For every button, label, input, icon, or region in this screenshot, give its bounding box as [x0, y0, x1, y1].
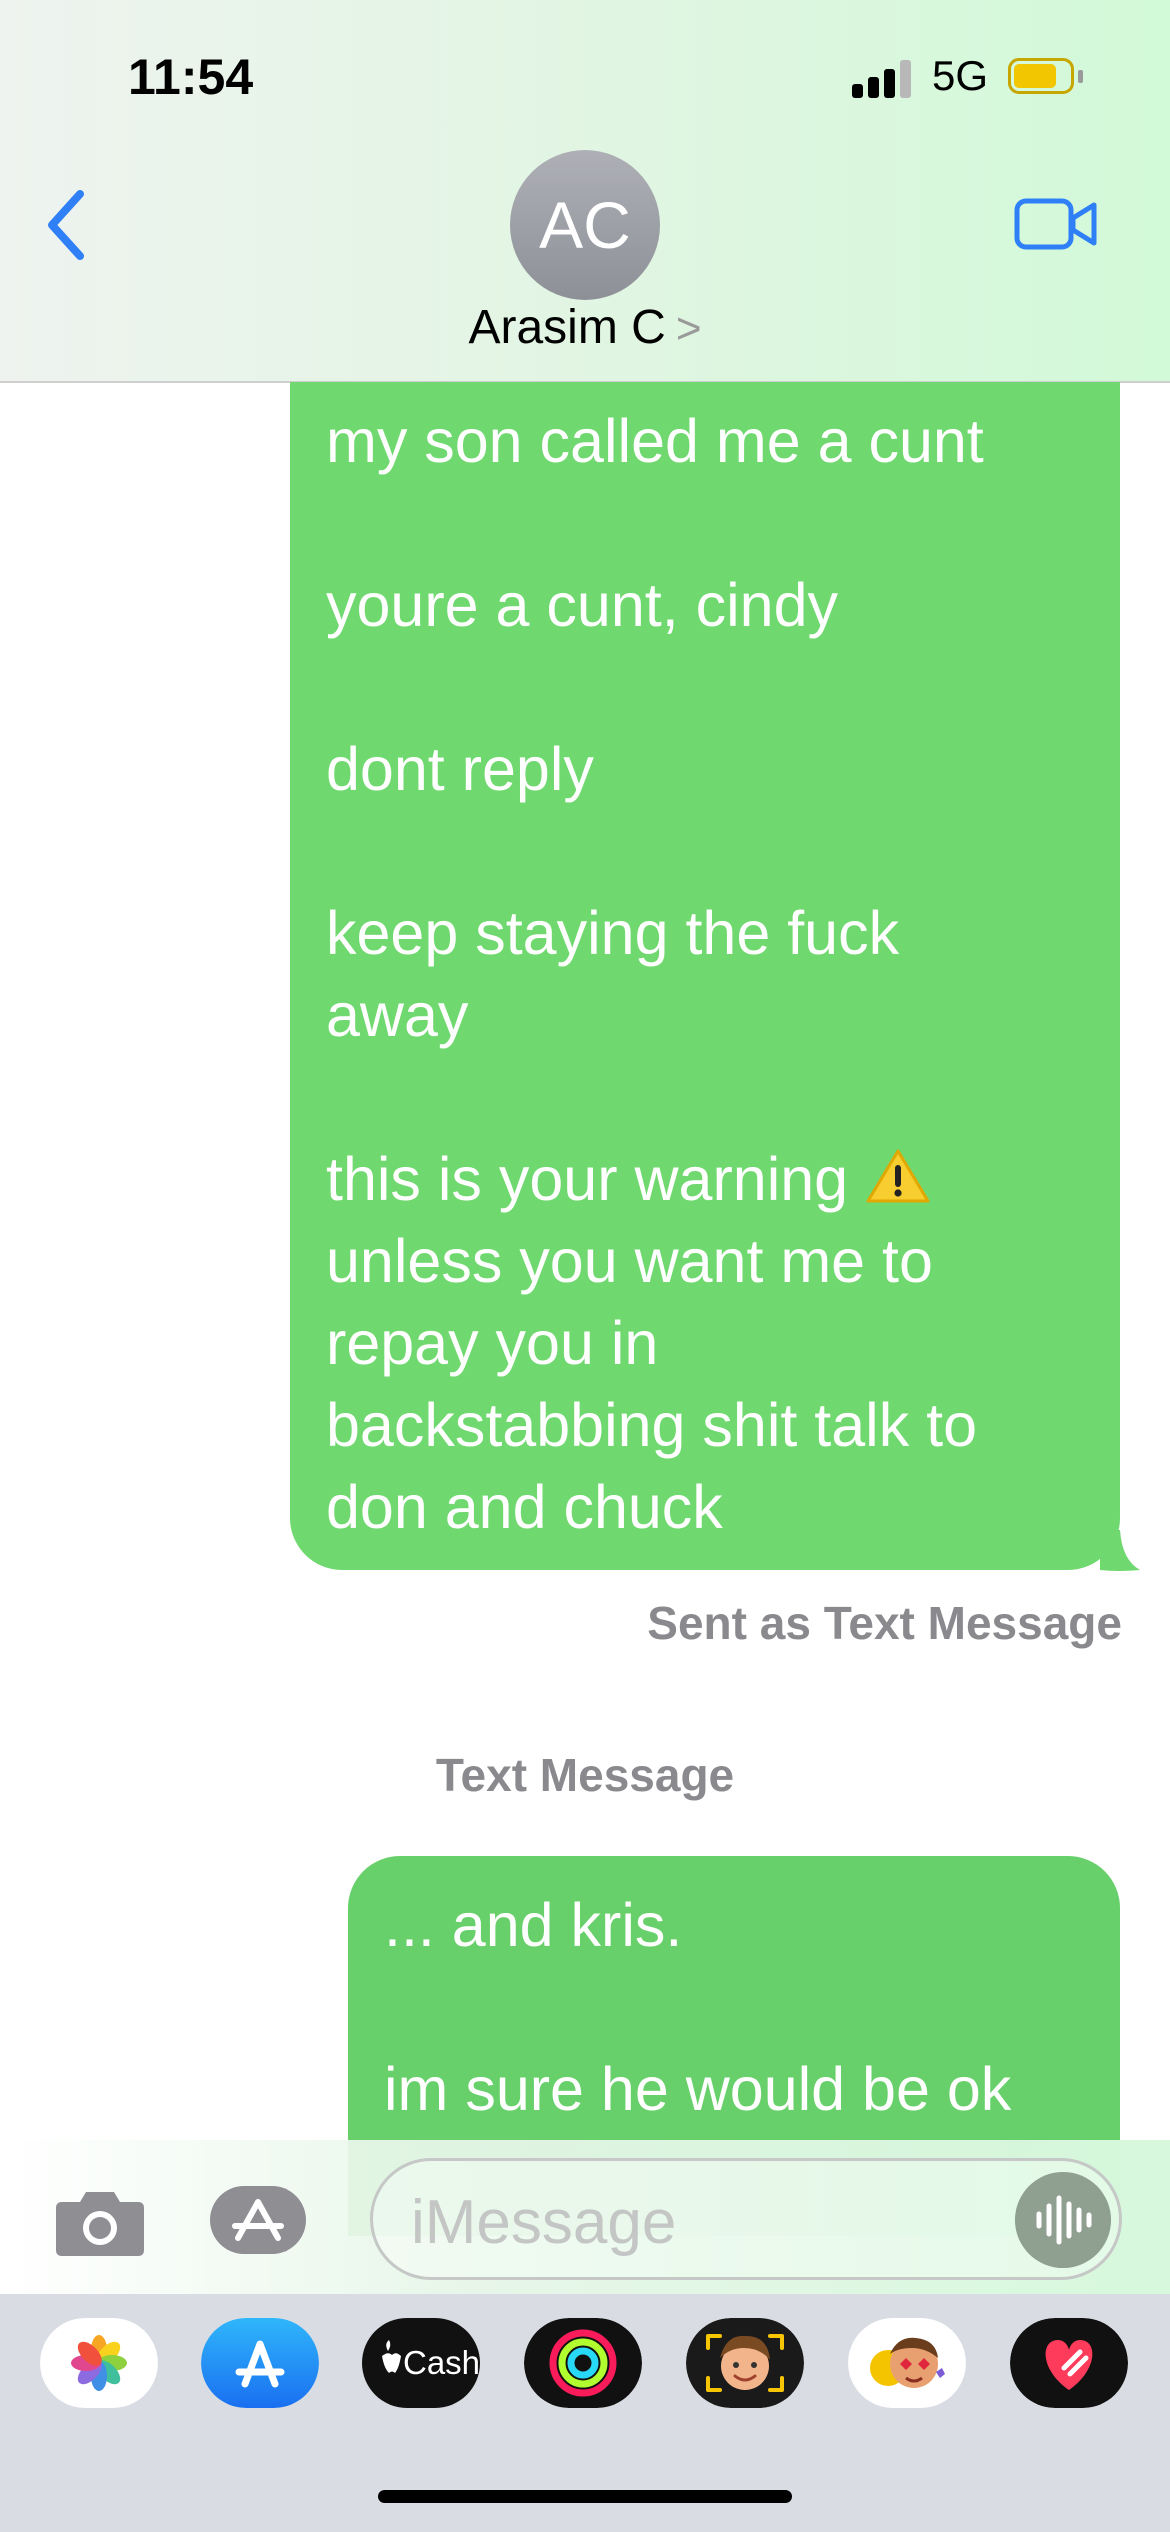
message-line: unless you want me to — [326, 1227, 933, 1295]
message-line: don and chuck — [326, 1473, 723, 1541]
app-store-apps-icon[interactable] — [208, 2182, 320, 2258]
section-label: Text Message — [435, 1749, 735, 1801]
message-line: keep staying the fuck — [326, 899, 900, 967]
animoji-stickers-icon[interactable] — [848, 2318, 966, 2408]
contact-avatar[interactable]: AC — [510, 150, 660, 300]
message-line: im sure he would be ok — [384, 2055, 1012, 2123]
chevron-right-icon: > — [675, 304, 702, 353]
fitness-activity-icon[interactable] — [524, 2318, 642, 2408]
back-chevron-icon[interactable] — [44, 188, 94, 262]
app-store-icon[interactable] — [201, 2318, 319, 2408]
camera-icon[interactable] — [54, 2186, 146, 2258]
digital-touch-icon[interactable] — [1010, 2318, 1128, 2408]
message-input[interactable]: iMessage — [370, 2158, 1122, 2280]
message-line: dont reply — [326, 735, 594, 803]
contact-name: Arasim C — [468, 301, 666, 354]
voice-waveform-icon[interactable] — [1015, 2172, 1111, 2268]
contact-name-row[interactable]: Arasim C > — [0, 300, 1170, 355]
apple-cash-icon[interactable]: Cash — [362, 2318, 480, 2408]
message-input-placeholder: iMessage — [411, 2188, 677, 2257]
message-line — [326, 482, 1084, 564]
cellular-signal-icon — [852, 60, 914, 98]
message-line: this is your warning — [326, 1138, 1084, 1220]
network-type: 5G — [932, 52, 989, 99]
message-line — [326, 810, 1084, 892]
message-line: away — [326, 981, 469, 1049]
message-line: backstabbing shit talk to — [326, 1391, 978, 1459]
video-call-icon[interactable] — [1014, 196, 1098, 252]
warning-emoji-icon — [866, 1149, 930, 1203]
message-line — [326, 646, 1084, 728]
home-indicator[interactable] — [378, 2490, 792, 2503]
memoji-camera-icon[interactable] — [686, 2318, 804, 2408]
message-line: ... and kris. — [384, 1891, 683, 1959]
bubble-tail — [1100, 1530, 1140, 1571]
apple-cash-label: Cash — [403, 2344, 480, 2381]
message-line — [384, 1966, 1084, 2048]
message-line: my son called me a cunt — [326, 407, 984, 475]
message-line: repay you in — [326, 1309, 659, 1377]
message-line — [326, 1056, 1084, 1138]
status-time: 11:54 — [128, 49, 254, 105]
sent-message-bubble[interactable]: my son called me a cunt youre a cunt, ci… — [290, 382, 1120, 1570]
message-line: youre a cunt, cindy — [326, 571, 839, 639]
battery-icon — [1008, 58, 1084, 98]
photos-app-icon[interactable] — [40, 2318, 158, 2408]
message-delivery-status: Sent as Text Message — [647, 1597, 1122, 1649]
